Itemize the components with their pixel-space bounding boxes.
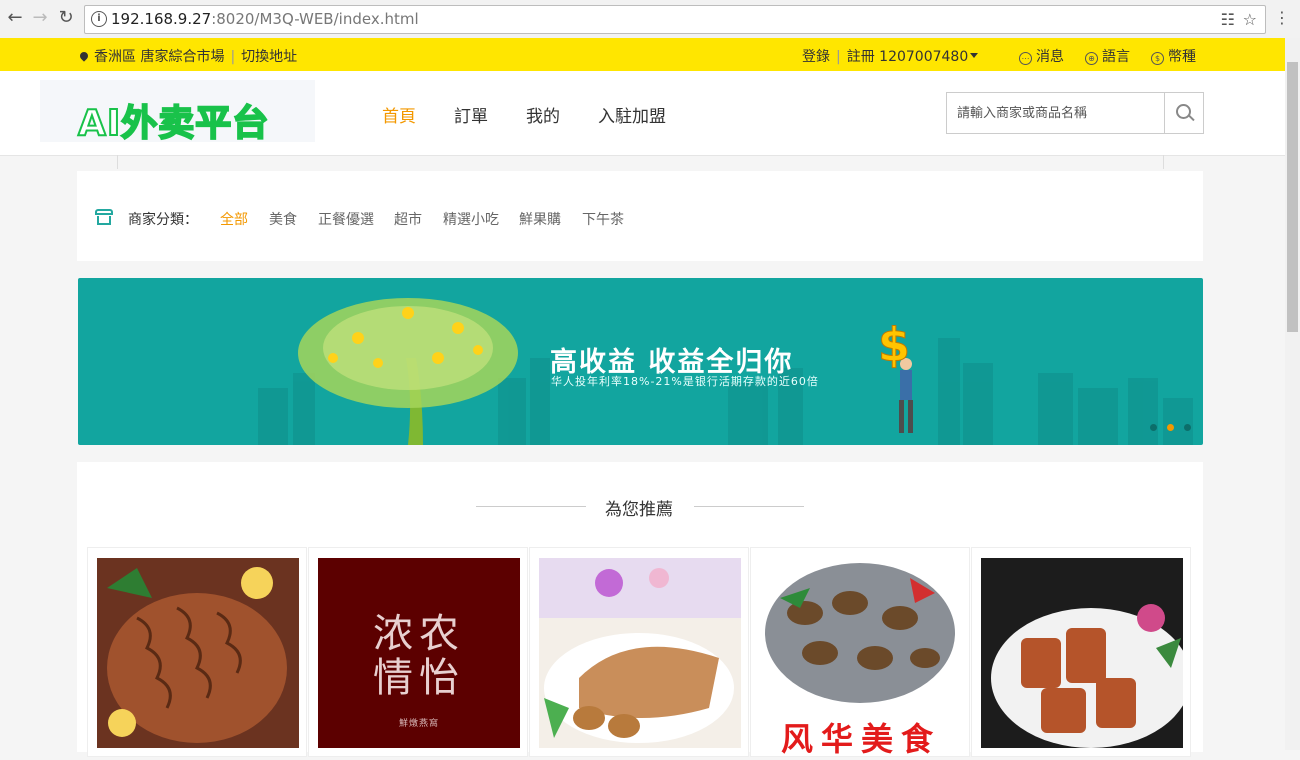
category-all[interactable]: 全部 xyxy=(220,209,248,229)
currency-label: 幣種 xyxy=(1168,49,1196,65)
address-bar[interactable]: i 192.168.9.27:8020/M3Q-WEB/index.html ☷… xyxy=(84,5,1266,34)
store-icon xyxy=(95,209,113,225)
translate-icon[interactable]: ☷ xyxy=(1221,10,1235,29)
carousel-dots xyxy=(1140,416,1191,435)
food-image-braised-tripe[interactable] xyxy=(97,558,299,748)
user-phone: 1207007480 xyxy=(879,49,969,65)
site-header: AI外卖平台 首頁 訂單 我的 入駐加盟 xyxy=(0,71,1285,156)
location-group: 香洲區 唐家綜合市場 | 切換地址 xyxy=(78,46,297,66)
category-supermarket[interactable]: 超市 xyxy=(394,209,422,229)
url-path: :8020/M3Q-WEB/index.html xyxy=(211,10,419,28)
recommend-title: 為您推薦 xyxy=(605,500,673,520)
scrollbar-thumb[interactable] xyxy=(1287,62,1298,332)
register-link[interactable]: 註冊 xyxy=(847,49,875,65)
brand-logo-text: 浓农情怡 xyxy=(318,612,520,700)
globe-icon: ⊕ xyxy=(1085,52,1098,65)
top-info-bar: 香洲區 唐家綜合市場 | 切換地址 登錄 | 註冊 1207007480 ⋯ 消息 ⊕ 語言… xyxy=(0,38,1285,71)
store-icon-roof xyxy=(95,209,113,215)
account-group: 登錄 | 註冊 1207007480 xyxy=(802,46,979,66)
login-link[interactable]: 登錄 xyxy=(802,49,830,65)
search-box xyxy=(946,92,1204,134)
food-image-roast-duck[interactable] xyxy=(539,558,741,748)
divider xyxy=(117,155,118,169)
nav-orders[interactable]: 訂單 xyxy=(454,102,488,127)
search-input[interactable] xyxy=(947,93,1162,133)
divider: | xyxy=(836,49,841,65)
recommend-section: 為您推薦 浓农情怡 鮮燉燕窩 风华美食 xyxy=(77,462,1203,758)
category-label: 商家分類： xyxy=(128,212,198,228)
location-pin-icon xyxy=(78,50,90,62)
food-image-pork-ribs[interactable] xyxy=(981,558,1183,748)
url-text[interactable]: 192.168.9.27:8020/M3Q-WEB/index.html xyxy=(111,10,419,28)
browser-menu-icon[interactable]: ⋮ xyxy=(1274,8,1290,27)
nav-mine[interactable]: 我的 xyxy=(526,102,560,127)
brand-name: 浓农情怡 xyxy=(373,611,465,701)
banner-subtitle: 华人投年利率18%-21%是银行活期存款的近60倍 xyxy=(551,375,819,388)
divider xyxy=(1163,155,1164,169)
divider xyxy=(476,506,586,507)
category-afternoon-tea[interactable]: 下午茶 xyxy=(582,209,624,229)
currency-link[interactable]: $ 幣種 xyxy=(1151,46,1196,66)
store-icon-body xyxy=(97,216,111,225)
clam-dish-caption: 风华美食 xyxy=(780,720,941,758)
promo-banner[interactable]: 高收益 收益全归你 华人投年利率18%-21%是银行活期存款的近60倍 $ xyxy=(78,278,1203,445)
info-icon[interactable]: i xyxy=(91,11,107,27)
search-button[interactable] xyxy=(1164,93,1203,133)
messages-label: 消息 xyxy=(1036,49,1064,65)
reload-icon[interactable]: ↻ xyxy=(55,7,77,29)
carousel-dot-active[interactable] xyxy=(1167,424,1174,431)
nav-home[interactable]: 首頁 xyxy=(382,102,416,127)
messages-link[interactable]: ⋯ 消息 xyxy=(1019,46,1064,66)
url-host: 192.168.9.27 xyxy=(111,10,212,28)
divider: | xyxy=(230,49,236,65)
category-fruit[interactable]: 鮮果購 xyxy=(519,209,561,229)
carousel-dot[interactable] xyxy=(1184,424,1191,431)
browser-toolbar: ← → ↻ i 192.168.9.27:8020/M3Q-WEB/index.… xyxy=(0,0,1300,39)
bookmark-star-icon[interactable]: ☆ xyxy=(1243,10,1257,29)
dollar-icon: $ xyxy=(877,318,911,373)
divider xyxy=(694,506,804,507)
category-snacks[interactable]: 精選小吃 xyxy=(443,209,499,229)
nav-join[interactable]: 入駐加盟 xyxy=(598,102,666,127)
switch-address-link[interactable]: 切換地址 xyxy=(241,49,297,65)
logo[interactable]: AI外卖平台 xyxy=(40,80,315,145)
page-scrollbar[interactable] xyxy=(1285,38,1300,750)
back-icon[interactable]: ← xyxy=(4,7,26,29)
category-meals[interactable]: 正餐優選 xyxy=(318,209,374,229)
search-icon-handle xyxy=(1188,114,1195,122)
category-filter: 商家分類： 全部 美食 正餐優選 超市 精選小吃 鮮果購 下午茶 xyxy=(77,171,1203,261)
carousel-dot[interactable] xyxy=(1150,424,1157,431)
user-phone-dropdown[interactable]: 1207007480 xyxy=(879,49,979,65)
current-location: 香洲區 唐家綜合市場 xyxy=(94,49,225,65)
chevron-down-icon xyxy=(970,53,979,58)
logo-text: AI外卖平台 xyxy=(77,102,270,145)
language-label: 語言 xyxy=(1102,49,1130,65)
language-link[interactable]: ⊕ 語言 xyxy=(1085,46,1130,66)
brand-subtitle: 鮮燉燕窩 xyxy=(398,719,439,729)
message-icon: ⋯ xyxy=(1019,52,1032,65)
currency-icon: $ xyxy=(1151,52,1164,65)
category-food[interactable]: 美食 xyxy=(269,209,297,229)
forward-icon[interactable]: → xyxy=(29,7,51,29)
